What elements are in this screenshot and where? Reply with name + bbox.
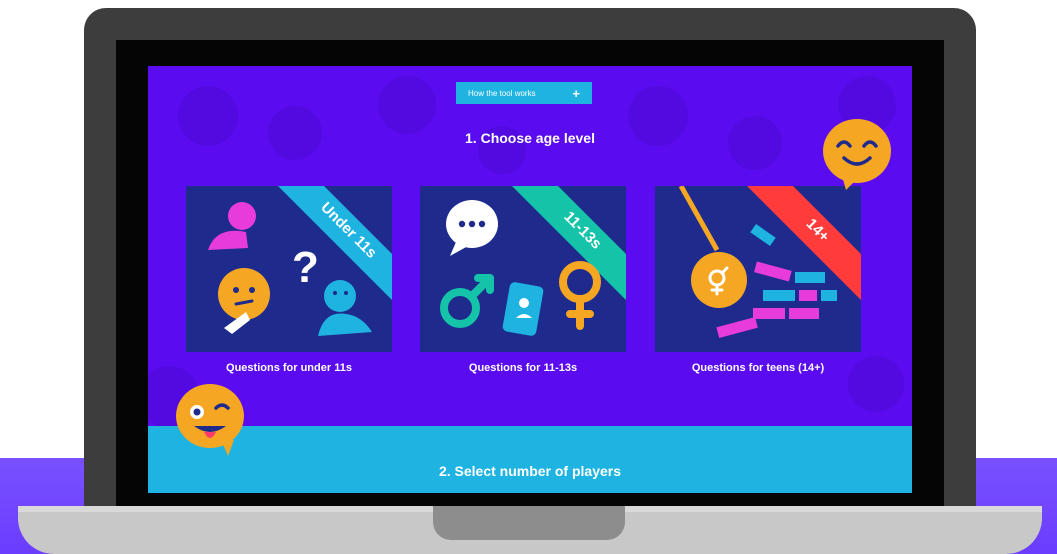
pink-person-icon [228,202,256,230]
step1-title: 1. Choose age level [465,130,595,146]
age-card-11-13s[interactable]: 11-13s [420,186,626,352]
age-card-under-11s[interactable]: Under 11s ? [186,186,392,352]
pink-person-body [208,230,248,250]
card-illustration: Under 11s ? [208,186,392,336]
how-button-label: How the tool works [468,88,536,98]
card-caption-14-plus[interactable]: Questions for teens (14+) [655,362,861,374]
step2-title: 2. Select number of players [438,463,622,479]
wrecking-ball-icon [691,252,747,308]
card-caption-11-13s[interactable]: Questions for 11-13s [420,362,626,374]
plus-icon: + [572,85,580,101]
question-mark-icon: ? [292,243,319,292]
app-screen: How the tool works + 1. Choose age level… [148,66,912,493]
ribbon-shape [512,186,626,300]
players-section [148,426,912,493]
age-card-14-plus[interactable]: 14+ [655,186,861,352]
laptop-notch [433,506,625,540]
smiling-emoji-icon [823,119,891,190]
blue-person-icon [324,280,356,312]
how-the-tool-works-button[interactable]: How the tool works + [456,82,592,104]
card-caption-under-11s[interactable]: Questions for under 11s [186,362,392,374]
bg-bubble [378,76,436,134]
winking-emoji-icon [176,384,244,456]
card-illustration: 11-13s [440,186,626,336]
brick-icon [750,224,776,246]
thinking-face-icon [218,268,270,320]
card-illustration: 14+ [678,186,861,338]
female-symbol-icon [559,261,601,303]
wrecking-chain [678,186,720,252]
profile-card-icon [502,282,544,336]
